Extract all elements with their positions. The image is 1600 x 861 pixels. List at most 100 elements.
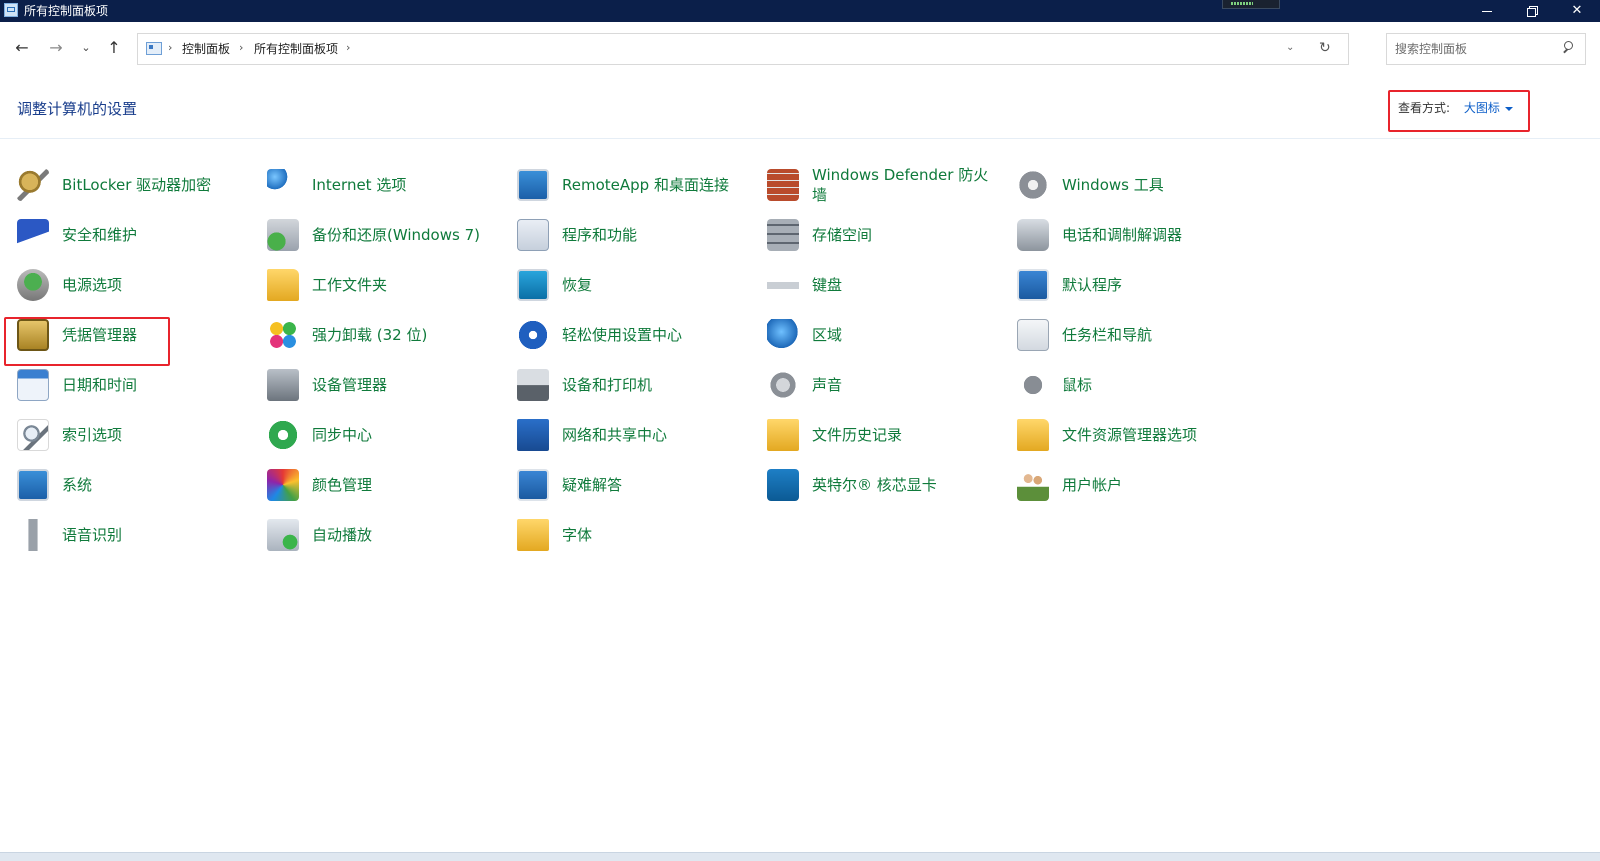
folder-icon[interactable] <box>267 269 299 301</box>
sync-icon[interactable] <box>267 419 299 451</box>
font-icon[interactable] <box>517 519 549 551</box>
control-panel-item-label[interactable]: 语音识别 <box>62 515 240 555</box>
control-panel-item[interactable]: 备份和还原(Windows 7) <box>250 215 490 255</box>
control-panel-item[interactable]: 索引选项 <box>0 415 240 455</box>
control-panel-item[interactable]: 程序和功能 <box>500 215 740 255</box>
minimize-button[interactable] <box>1465 0 1509 22</box>
backup-icon[interactable] <box>267 219 299 251</box>
address-history-chevron-icon[interactable]: ⌄ <box>1286 42 1294 53</box>
control-panel-item[interactable]: 疑难解答 <box>500 465 740 505</box>
clover-icon[interactable] <box>267 319 299 351</box>
taskbar-icon[interactable] <box>1017 319 1049 351</box>
monitor-net-icon[interactable] <box>517 169 549 201</box>
control-panel-item-label[interactable]: Windows 工具 <box>1062 165 1240 205</box>
control-panel-item-label[interactable]: 键盘 <box>812 265 990 305</box>
control-panel-item-label[interactable]: RemoteApp 和桌面连接 <box>562 165 740 205</box>
control-panel-item[interactable]: Windows Defender 防火墙 <box>750 165 990 205</box>
control-panel-item[interactable]: 文件历史记录 <box>750 415 990 455</box>
mouse-icon[interactable] <box>1017 369 1049 401</box>
control-panel-item[interactable]: 电话和调制解调器 <box>1000 215 1240 255</box>
flag-icon[interactable] <box>17 219 49 251</box>
control-panel-item-label[interactable]: 鼠标 <box>1062 365 1240 405</box>
search-icon[interactable] <box>17 419 49 451</box>
key-icon[interactable] <box>17 169 49 201</box>
control-panel-item-label[interactable]: 工作文件夹 <box>312 265 490 305</box>
color-icon[interactable] <box>267 469 299 501</box>
control-panel-item-label[interactable]: 设备管理器 <box>312 365 490 405</box>
control-panel-item-label[interactable]: 疑难解答 <box>562 465 740 505</box>
history-icon[interactable] <box>767 419 799 451</box>
control-panel-item[interactable]: 键盘 <box>750 265 990 305</box>
control-panel-item[interactable]: BitLocker 驱动器加密 <box>0 165 240 205</box>
control-panel-item-label[interactable]: 存储空间 <box>812 215 990 255</box>
trouble-icon[interactable] <box>517 469 549 501</box>
control-panel-item[interactable]: 英特尔® 核芯显卡 <box>750 465 990 505</box>
explorer-opt-icon[interactable] <box>1017 419 1049 451</box>
control-panel-item[interactable]: 用户帐户 <box>1000 465 1240 505</box>
control-panel-item[interactable]: 字体 <box>500 515 740 555</box>
search-box[interactable] <box>1386 33 1586 65</box>
breadcrumb-chevron-icon[interactable]: › <box>239 41 243 55</box>
defaults-icon[interactable] <box>1017 269 1049 301</box>
control-panel-item-label[interactable]: 字体 <box>562 515 740 555</box>
control-panel-item[interactable]: 任务栏和导航 <box>1000 315 1240 355</box>
control-panel-item[interactable]: 轻松使用设置中心 <box>500 315 740 355</box>
users-icon[interactable] <box>1017 469 1049 501</box>
recover-icon[interactable] <box>517 269 549 301</box>
control-panel-item[interactable]: 文件资源管理器选项 <box>1000 415 1240 455</box>
control-panel-item-label[interactable]: 区域 <box>812 315 990 355</box>
control-panel-item-label[interactable]: 恢复 <box>562 265 740 305</box>
breadcrumb-chevron-icon[interactable]: › <box>168 41 172 55</box>
control-panel-item-label[interactable]: 英特尔® 核芯显卡 <box>812 465 990 505</box>
control-panel-item[interactable]: 颜色管理 <box>250 465 490 505</box>
control-panel-item[interactable]: 安全和维护 <box>0 215 240 255</box>
restore-button[interactable] <box>1510 0 1554 22</box>
mic-icon[interactable] <box>17 519 49 551</box>
search-input[interactable] <box>1395 41 1555 57</box>
refresh-icon[interactable]: ↻ <box>1319 40 1331 56</box>
control-panel-item-label[interactable]: 自动播放 <box>312 515 490 555</box>
region-icon[interactable] <box>767 319 799 351</box>
control-panel-item[interactable]: 电源选项 <box>0 265 240 305</box>
control-panel-item-label[interactable]: 备份和还原(Windows 7) <box>312 215 490 255</box>
control-panel-item-label[interactable]: 电话和调制解调器 <box>1062 215 1240 255</box>
system-icon[interactable] <box>17 469 49 501</box>
control-panel-item[interactable]: Windows 工具 <box>1000 165 1240 205</box>
control-panel-item-label[interactable]: 轻松使用设置中心 <box>562 315 740 355</box>
control-panel-item[interactable]: 恢复 <box>500 265 740 305</box>
control-panel-item[interactable]: 存储空间 <box>750 215 990 255</box>
modem-icon[interactable] <box>1017 219 1049 251</box>
control-panel-item-label[interactable]: 设备和打印机 <box>562 365 740 405</box>
control-panel-item[interactable]: 同步中心 <box>250 415 490 455</box>
printer-icon[interactable] <box>517 369 549 401</box>
breadcrumb-chevron-icon[interactable]: › <box>346 41 350 55</box>
recent-locations-chevron-icon[interactable]: ⌄ <box>74 36 98 60</box>
control-panel-item-label[interactable]: 任务栏和导航 <box>1062 315 1240 355</box>
control-panel-item[interactable]: RemoteApp 和桌面连接 <box>500 165 740 205</box>
control-panel-item-label[interactable]: Internet 选项 <box>312 165 490 205</box>
keyboard-icon[interactable] <box>767 269 799 301</box>
control-panel-item[interactable]: 强力卸载 (32 位) <box>250 315 490 355</box>
control-panel-item-label[interactable]: 日期和时间 <box>62 365 240 405</box>
control-panel-item[interactable]: 网络和共享中心 <box>500 415 740 455</box>
intel-icon[interactable] <box>767 469 799 501</box>
control-panel-item[interactable]: 工作文件夹 <box>250 265 490 305</box>
network-icon[interactable] <box>517 419 549 451</box>
close-button[interactable]: ✕ <box>1555 0 1599 22</box>
control-panel-item[interactable]: 设备管理器 <box>250 365 490 405</box>
control-panel-item[interactable]: 日期和时间 <box>0 365 240 405</box>
calendar-icon[interactable] <box>17 369 49 401</box>
control-panel-item-label[interactable]: 默认程序 <box>1062 265 1240 305</box>
control-panel-item-label[interactable]: 网络和共享中心 <box>562 415 740 455</box>
address-bar[interactable]: › 控制面板 › 所有控制面板项 › ⌄ ↻ <box>137 33 1349 65</box>
search-icon[interactable] <box>1561 39 1577 55</box>
ease-icon[interactable] <box>517 319 549 351</box>
control-panel-item-label[interactable]: 程序和功能 <box>562 215 740 255</box>
control-panel-item-label[interactable]: 强力卸载 (32 位) <box>312 315 490 355</box>
control-panel-item[interactable]: Internet 选项 <box>250 165 490 205</box>
control-panel-item[interactable]: 声音 <box>750 365 990 405</box>
programs-icon[interactable] <box>517 219 549 251</box>
control-panel-item[interactable]: 系统 <box>0 465 240 505</box>
control-panel-item-label[interactable]: 同步中心 <box>312 415 490 455</box>
speaker-icon[interactable] <box>767 369 799 401</box>
